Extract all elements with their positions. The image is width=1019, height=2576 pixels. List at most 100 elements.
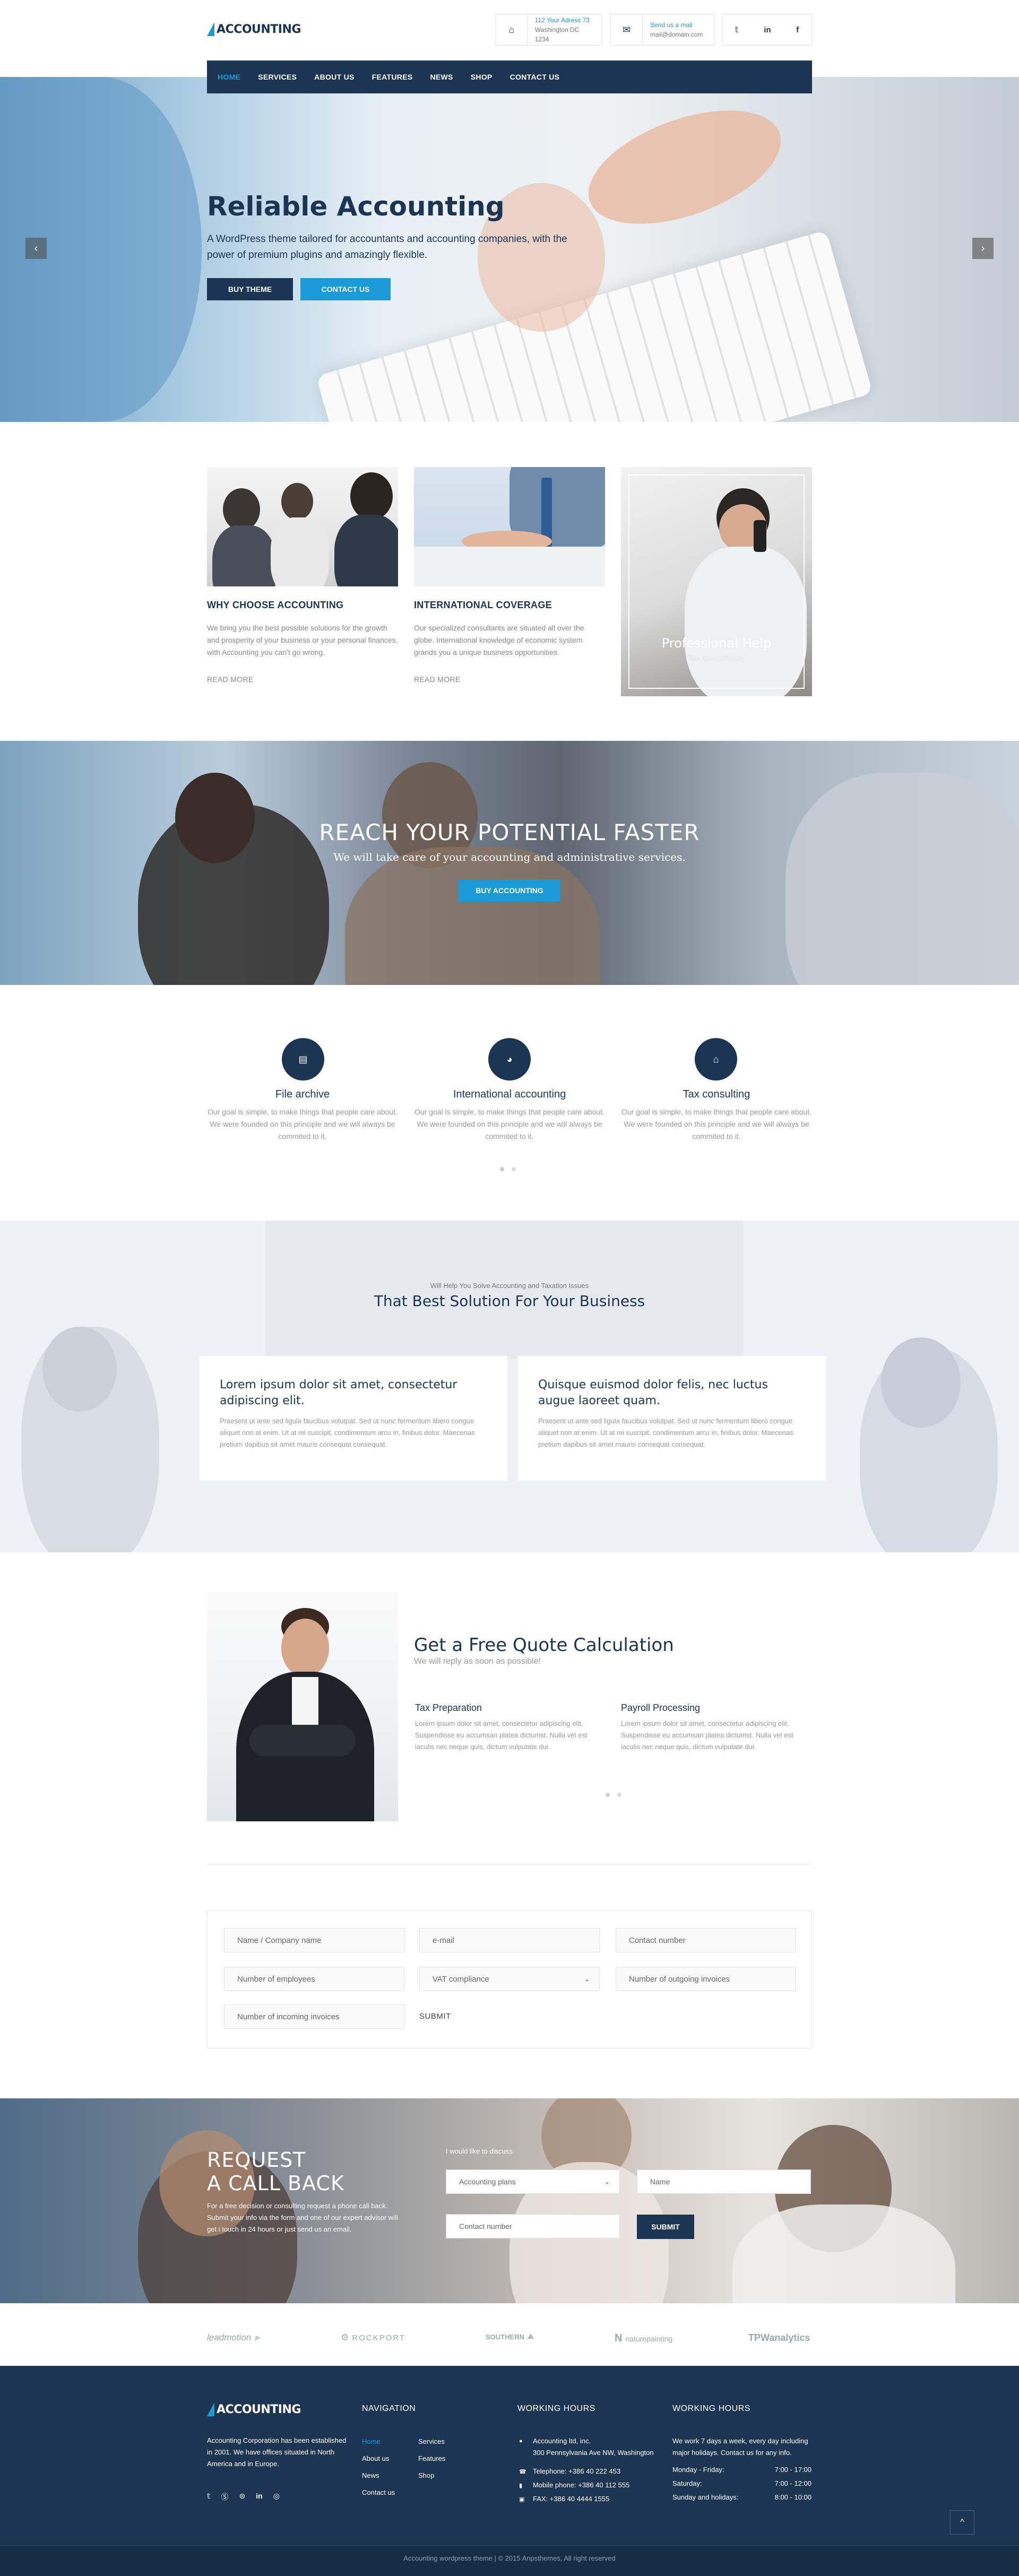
outgoing-invoices-input[interactable]: Number of outgoing invoices: [616, 1967, 796, 1991]
footer-link[interactable]: About us: [362, 2454, 389, 2462]
nav-home[interactable]: HOME: [218, 73, 240, 81]
quote-subtitle: We will reply as soon as possible!: [414, 1657, 541, 1666]
nav-news[interactable]: NEWS: [430, 73, 453, 81]
email-line1: Send us a mail: [650, 21, 693, 29]
partner-name: TPWanalytics: [748, 2332, 810, 2343]
discuss-select[interactable]: Accounting plans ⌄: [446, 2169, 620, 2194]
chevron-down-icon: ⌄: [604, 2178, 610, 2185]
incoming-invoices-input[interactable]: Number of incoming invoices: [224, 2004, 404, 2029]
carousel-dot[interactable]: [512, 1167, 516, 1171]
vat-select[interactable]: VAT compliance ⌄: [419, 1967, 600, 1991]
carousel-dot[interactable]: [617, 1793, 621, 1797]
archive-icon: ▤: [282, 1038, 324, 1080]
callback-title-line2: A CALL BACK: [207, 2172, 344, 2195]
hero-title: Reliable Accounting: [207, 191, 505, 222]
feature-text: We bring you the best possible solutions…: [207, 624, 398, 656]
read-more-link[interactable]: READ MORE: [207, 675, 254, 684]
callback-submit-button[interactable]: SUBMIT: [637, 2215, 694, 2239]
service-title: International accounting: [453, 1088, 566, 1100]
nav-contact-us[interactable]: CONTACT US: [510, 73, 560, 81]
company-name-input[interactable]: Name / Company name: [224, 1928, 404, 1952]
employees-input[interactable]: Number of employees: [224, 1967, 404, 1991]
address-box: ⌂ 112 Your Adress 73 Washington DC 1234: [496, 14, 602, 46]
callback-contact-input[interactable]: Contact number: [446, 2214, 620, 2238]
back-to-top-button[interactable]: ^: [950, 2510, 974, 2535]
skype-icon[interactable]: Ⓢ: [221, 2492, 229, 2502]
read-more-link[interactable]: READ MORE: [414, 675, 461, 684]
businessman-image: [207, 1592, 398, 1821]
partner-logo[interactable]: ⚙ ROCKPORT: [341, 2332, 405, 2343]
quote-submit-button[interactable]: SUBMIT: [419, 2012, 451, 2021]
site-logo[interactable]: ACCOUNTING: [207, 21, 301, 37]
footer-link[interactable]: Home: [362, 2437, 381, 2445]
arrow-icon: ⪢: [254, 2332, 260, 2342]
discuss-select-value: Accounting plans: [459, 2177, 516, 2186]
nav-shop[interactable]: SHOP: [471, 73, 493, 81]
carousel-dot[interactable]: [606, 1793, 610, 1797]
footer-address-line2: 300 Pennsylvania Ave NW, Washington: [533, 2449, 654, 2457]
partner-name: ROCKPORT: [352, 2333, 405, 2342]
nav-about-us[interactable]: ABOUT US: [314, 73, 355, 81]
email-line2[interactable]: mail@domain.com: [650, 30, 703, 39]
solution-card-text: Praesent ut ante sed ligula faucibus vol…: [220, 1417, 475, 1448]
twitter-icon[interactable]: 𝕥: [735, 25, 739, 34]
facebook-icon[interactable]: f: [796, 25, 799, 34]
feature-image-meeting: [207, 467, 398, 586]
partner-logo[interactable]: TPWanalytics: [748, 2332, 810, 2344]
hours-row: Monday - Friday: 7:00 - 17:00: [672, 2466, 811, 2474]
buy-accounting-button[interactable]: BUY ACCOUNTING: [459, 879, 560, 902]
callback-title: REQUEST A CALL BACK: [207, 2148, 344, 2195]
service-title: Tax consulting: [683, 1088, 750, 1100]
footer-link[interactable]: Services: [418, 2437, 445, 2445]
linkedin-icon[interactable]: in: [764, 25, 771, 34]
nav-services[interactable]: SERVICES: [258, 73, 297, 81]
site-footer: [0, 2366, 1019, 2576]
solution-card: Quisque euismod dolor felis, nec luctus …: [518, 1356, 826, 1481]
buy-theme-button[interactable]: BUY THEME: [207, 278, 293, 300]
pin-icon: ●: [519, 2438, 523, 2444]
slider-next-button[interactable]: ›: [972, 238, 994, 259]
footer-link[interactable]: Shop: [418, 2471, 434, 2479]
envelope-icon: ✉: [611, 14, 643, 45]
dribbble-icon[interactable]: ◎: [273, 2492, 280, 2502]
home-icon: ⌂: [496, 14, 528, 45]
footer-about: Accounting Corporation has been establis…: [207, 2436, 347, 2468]
quote-title: Get a Free Quote Calculation: [414, 1635, 674, 1656]
footer-logo[interactable]: ACCOUNTING: [207, 2402, 301, 2416]
service-title: File archive: [275, 1088, 330, 1100]
chevron-down-icon: ⌄: [584, 1975, 590, 1983]
callback-name-input[interactable]: Name: [637, 2169, 811, 2194]
skype-icon[interactable]: ⊜: [239, 2492, 246, 2502]
slider-prev-button[interactable]: ‹: [25, 238, 47, 259]
logo-text: ACCOUNTING: [217, 22, 301, 36]
partner-logo[interactable]: Nnaturepainting: [615, 2332, 672, 2345]
solution-card-title: Lorem ipsum dolor sit amet, consectetur …: [220, 1378, 457, 1407]
globe-icon: ◕: [488, 1038, 531, 1080]
main-nav: HOME SERVICES ABOUT US FEATURES NEWS SHO…: [207, 60, 812, 93]
mobile-icon: ▮: [519, 2483, 523, 2489]
footer-link[interactable]: News: [362, 2471, 379, 2479]
linkedin-icon[interactable]: in: [256, 2492, 262, 2502]
footer-link[interactable]: Contact us: [362, 2488, 395, 2496]
twitter-icon[interactable]: 𝕥: [207, 2492, 211, 2502]
footer-hours-heading: WORKING HOURS: [672, 2404, 750, 2413]
partner-logo[interactable]: leadmotion ⪢: [207, 2332, 260, 2343]
footer-address-line1: Accounting ltd, inc.: [533, 2437, 591, 2445]
leaf-icon: N: [615, 2332, 623, 2344]
partner-logo[interactable]: SOUTHERN ⟁: [486, 2332, 534, 2341]
email-input[interactable]: e-mail: [419, 1928, 600, 1952]
footer-link[interactable]: Features: [418, 2454, 445, 2462]
header-social: 𝕥 in f: [722, 14, 812, 46]
footer-hours-text: We work 7 days a week, every day includi…: [672, 2437, 808, 2457]
professional-help-card[interactable]: Professional Help Tax Consultation: [621, 467, 812, 696]
fax-icon: ▣: [519, 2496, 525, 2503]
quote-col-title: Payroll Processing: [621, 1702, 701, 1713]
carousel-dot[interactable]: [500, 1167, 504, 1171]
nav-features[interactable]: FEATURES: [372, 73, 413, 81]
contact-us-button[interactable]: CONTACT US: [300, 278, 391, 300]
callback-text: For a free decision or consulting reques…: [207, 2202, 398, 2233]
service-text: Our goal is simple, to make things that …: [208, 1108, 398, 1140]
callback-title-line1: REQUEST: [207, 2148, 306, 2172]
hours-row: Saturday: 7:00 - 12:00: [672, 2479, 811, 2487]
contact-number-input[interactable]: Contact number: [616, 1928, 796, 1952]
